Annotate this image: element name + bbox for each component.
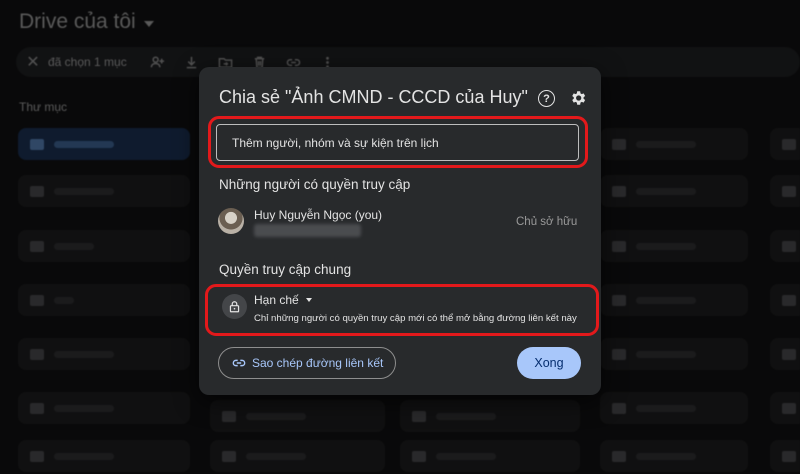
access-level-label: Hạn chế — [254, 293, 299, 307]
highlight-box-general-access: Hạn chế Chỉ những người có quyền truy cậ… — [205, 284, 599, 336]
copy-link-button[interactable]: Sao chép đường liên kết — [218, 347, 396, 379]
share-dialog: Chia sẻ "Ảnh CMND - CCCD của Huy" ? Thêm… — [199, 67, 601, 395]
help-icon[interactable]: ? — [538, 90, 555, 107]
link-icon — [232, 359, 246, 367]
chevron-down-icon — [305, 298, 312, 302]
gear-icon[interactable] — [569, 89, 587, 107]
general-access-heading: Quyền truy cập chung — [219, 262, 352, 277]
avatar — [218, 208, 244, 234]
access-description: Chỉ những người có quyền truy cập mới có… — [254, 313, 577, 324]
access-level-dropdown[interactable]: Hạn chế — [254, 293, 312, 307]
highlight-box-add-people: Thêm người, nhóm và sự kiện trên lịch — [208, 116, 588, 168]
person-email-redacted — [254, 224, 361, 237]
add-people-input[interactable]: Thêm người, nhóm và sự kiện trên lịch — [216, 124, 579, 161]
lock-icon — [222, 294, 247, 319]
dialog-title: Chia sẻ "Ảnh CMND - CCCD của Huy" — [219, 87, 528, 107]
copy-link-label: Sao chép đường liên kết — [252, 356, 384, 370]
done-button[interactable]: Xong — [517, 347, 581, 379]
people-with-access-heading: Những người có quyền truy cập — [219, 177, 411, 192]
person-name: Huy Nguyễn Ngọc (you) — [254, 208, 383, 222]
person-role: Chủ sở hữu — [516, 216, 578, 228]
